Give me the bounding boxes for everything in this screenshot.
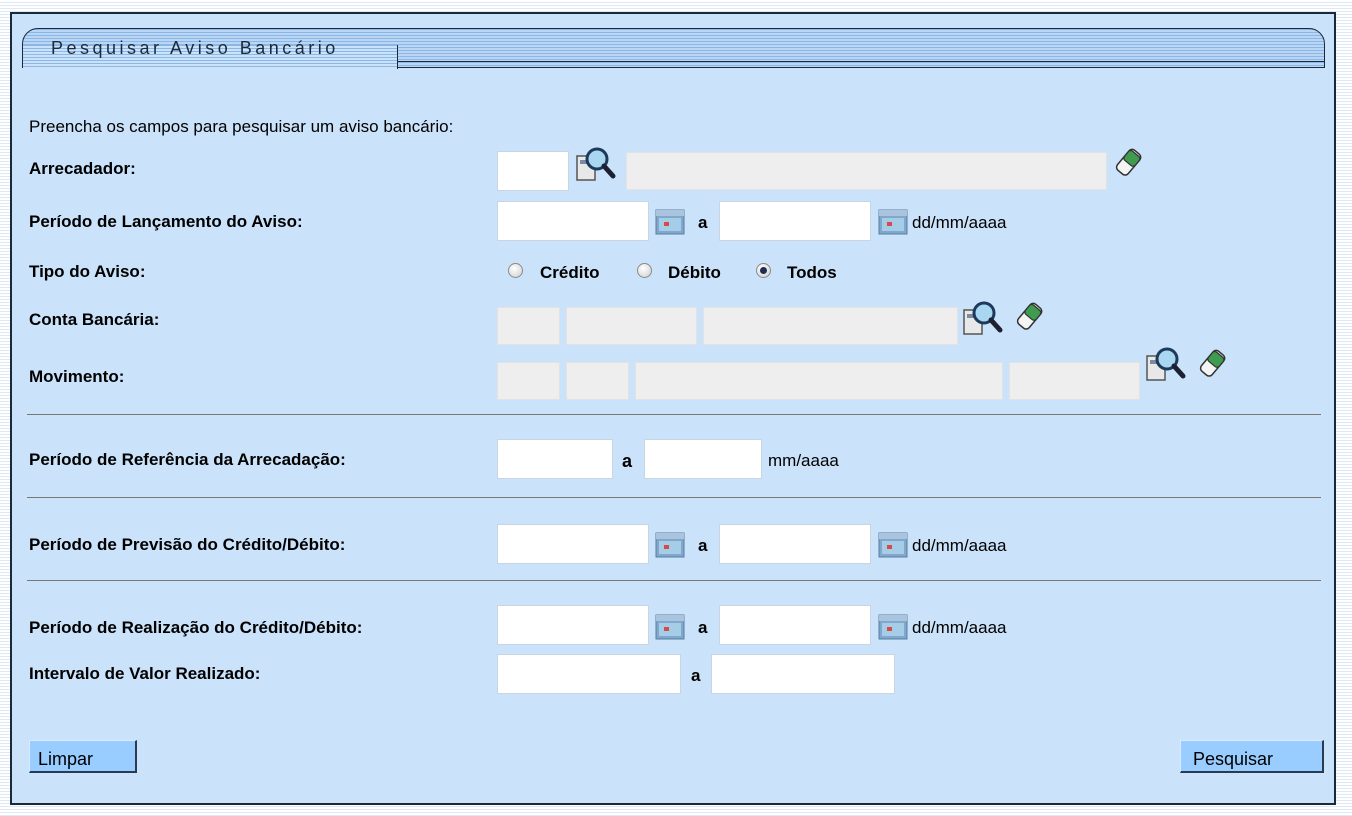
label-conta-bancaria: Conta Bancária: [29,310,160,329]
conta-banco-field [497,307,560,345]
previsao-end-input[interactable] [719,524,871,564]
divider [27,580,1321,581]
calendar-icon[interactable] [655,209,685,235]
separator-a: a [691,666,701,685]
movimento-field-2 [566,362,629,400]
movimento-field-4 [1009,362,1140,400]
movimento-field-3 [635,362,1003,400]
valor-end-input[interactable] [711,654,895,694]
radio-todos-label: Todos [787,263,837,282]
month-format-hint: mm/aaaa [768,451,839,470]
divider [27,497,1321,498]
divider [27,414,1321,415]
lancamento-end-input[interactable] [719,201,871,241]
date-format-hint: dd/mm/aaaa [912,536,1007,555]
label-movimento: Movimento: [29,367,125,386]
calendar-icon[interactable] [655,532,685,558]
lancamento-start-input[interactable] [497,201,649,241]
referencia-start-input[interactable] [497,439,613,479]
radio-todos[interactable] [756,263,771,278]
calendar-icon[interactable] [878,532,908,558]
label-periodo-realizacao: Período de Realização do Crédito/Débito: [29,618,363,637]
label-arrecadador: Arrecadador: [29,159,136,178]
calendar-icon[interactable] [878,614,908,640]
search-lens-icon[interactable] [962,300,1004,338]
conta-agencia-field [566,307,697,345]
separator-a: a [698,618,708,637]
radio-debito-label: Débito [668,263,721,282]
radio-debito[interactable] [637,263,652,278]
radio-credito-label: Crédito [540,263,600,282]
label-periodo-previsao: Período de Previsão do Crédito/Débito: [29,535,346,554]
label-periodo-referencia: Período de Referência da Arrecadação: [29,450,346,469]
title-bar: Pesquisar Aviso Bancário [22,28,1325,70]
realizacao-start-input[interactable] [497,605,649,645]
radio-credito[interactable] [508,263,523,278]
search-lens-icon[interactable] [575,146,617,184]
label-periodo-lancamento: Período de Lançamento do Aviso: [29,212,303,231]
arrecadador-code-input[interactable] [497,151,569,191]
search-button[interactable]: Pesquisar [1180,740,1324,773]
previsao-start-input[interactable] [497,524,649,564]
valor-start-input[interactable] [497,654,681,694]
page-title: Pesquisar Aviso Bancário [51,38,339,58]
title-line [398,61,1324,70]
eraser-icon[interactable] [1014,301,1044,333]
movimento-field-1 [497,362,560,400]
label-tipo-aviso: Tipo do Aviso: [29,262,146,281]
eraser-icon[interactable] [1113,147,1143,179]
arrecadador-name-field [626,152,1107,190]
calendar-icon[interactable] [878,209,908,235]
date-format-hint: dd/mm/aaaa [912,618,1007,637]
date-format-hint: dd/mm/aaaa [912,213,1007,232]
intro-text: Preencha os campos para pesquisar um avi… [29,117,454,136]
separator-a: a [622,451,633,471]
calendar-icon[interactable] [655,614,685,640]
conta-numero-field [703,307,958,345]
eraser-icon[interactable] [1197,348,1227,380]
separator-a: a [698,536,708,555]
clear-button[interactable]: Limpar [29,740,137,773]
realizacao-end-input[interactable] [719,605,871,645]
referencia-end-input[interactable] [644,439,762,479]
separator-a: a [698,213,708,232]
label-intervalo-valor: Intervalo de Valor Realizado: [29,664,261,683]
search-lens-icon[interactable] [1145,346,1187,384]
